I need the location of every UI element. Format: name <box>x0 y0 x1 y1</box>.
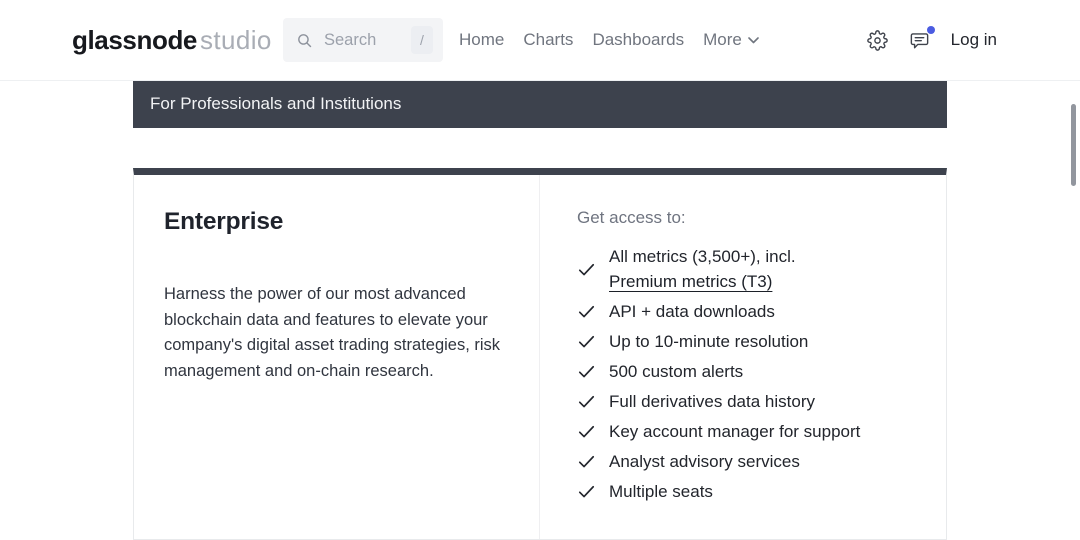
check-icon <box>578 365 595 378</box>
scrollbar-thumb[interactable] <box>1071 104 1076 186</box>
nav-item-label: Charts <box>523 30 574 49</box>
nav-item-label: More <box>703 30 742 49</box>
search-placeholder: Search <box>324 30 377 49</box>
plan-title: Enterprise <box>164 208 284 235</box>
plan-card: Enterprise Harness the power of our most… <box>133 168 947 540</box>
check-icon <box>578 455 595 468</box>
feature-item: Full derivatives data history <box>577 389 926 414</box>
logo[interactable]: glassnode studio <box>72 24 272 61</box>
section-banner-label: For Professionals and Institutions <box>150 94 402 113</box>
features-heading: Get access to: <box>577 208 686 227</box>
section-banner: For Professionals and Institutions <box>133 80 947 128</box>
notification-dot <box>926 26 935 34</box>
search-input[interactable]: Search / <box>283 18 443 62</box>
feature-label: Key account manager for support <box>609 422 861 441</box>
feature-label: Up to 10-minute resolution <box>609 332 809 351</box>
check-icon <box>578 305 595 318</box>
feature-item: API + data downloads <box>577 299 926 324</box>
nav-item-dashboards[interactable]: Dashboards <box>592 30 684 50</box>
check-icon <box>578 485 595 498</box>
feature-label: Analyst advisory services <box>609 452 800 471</box>
gear-icon <box>867 29 888 51</box>
features-list: All metrics (3,500+), incl. Premium metri… <box>577 244 926 504</box>
check-icon <box>578 395 595 408</box>
feature-label: Full derivatives data history <box>609 392 815 411</box>
feature-link[interactable]: Premium metrics (T3) <box>609 269 796 294</box>
feature-label: 500 custom alerts <box>609 362 744 381</box>
feature-item: Key account manager for support <box>577 419 926 444</box>
nav-item-home[interactable]: Home <box>459 30 504 50</box>
check-icon <box>578 425 595 438</box>
feature-item: Analyst advisory services <box>577 449 926 474</box>
nav-item-more[interactable]: More <box>703 30 759 50</box>
nav-item-label: Dashboards <box>592 30 685 49</box>
feature-item: 500 custom alerts <box>577 359 926 384</box>
feature-item: All metrics (3,500+), incl. Premium metri… <box>577 244 926 294</box>
logo-secondary: studio <box>200 25 272 55</box>
feature-label: All metrics (3,500+), incl. <box>609 247 796 266</box>
feature-label: API + data downloads <box>609 302 775 321</box>
nav-item-label: Home <box>459 30 505 49</box>
plan-features-column: Get access to: All metrics (3,500+), inc… <box>540 175 946 539</box>
feature-item: Multiple seats <box>577 479 926 504</box>
logo-primary: glassnode <box>72 25 197 55</box>
search-icon <box>298 33 312 47</box>
feature-item: Up to 10-minute resolution <box>577 329 926 354</box>
check-icon <box>578 263 595 275</box>
login-button[interactable]: Log in <box>951 30 997 50</box>
feedback-button[interactable] <box>908 26 935 52</box>
check-icon <box>578 335 595 348</box>
plan-summary-column: Enterprise Harness the power of our most… <box>134 175 540 539</box>
search-shortcut-badge: / <box>411 26 433 54</box>
plan-description: Harness the power of our most advanced b… <box>164 285 501 380</box>
chevron-down-icon <box>748 36 759 43</box>
header-actions: Log in <box>866 0 997 80</box>
nav-item-charts[interactable]: Charts <box>523 30 573 50</box>
settings-button[interactable] <box>866 28 890 52</box>
primary-nav: Home Charts Dashboards More <box>459 0 759 80</box>
top-nav-bar: glassnode studio Search / Home Charts Dashb… <box>0 0 1080 81</box>
feature-label: Multiple seats <box>609 482 713 501</box>
